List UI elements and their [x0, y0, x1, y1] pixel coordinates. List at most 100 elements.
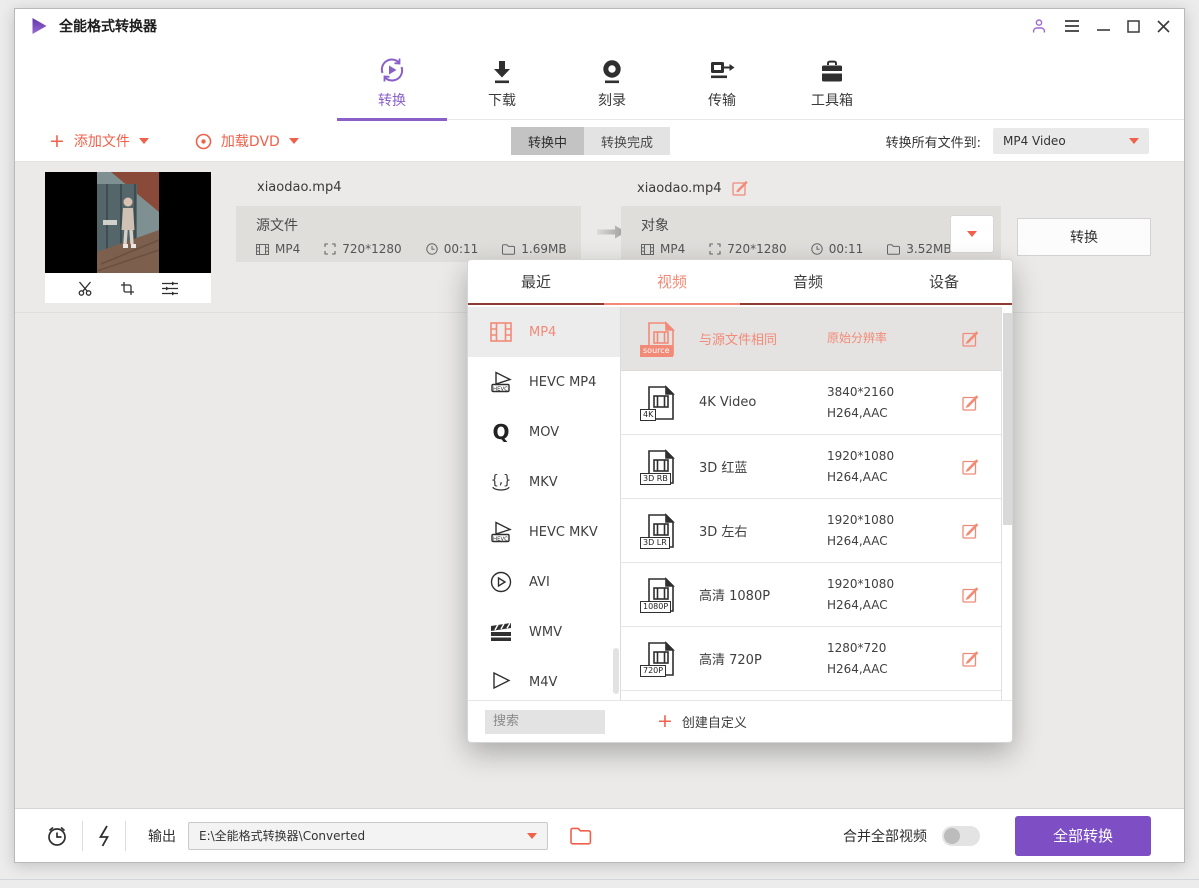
- preset-row-hd720p[interactable]: 720P 高清 720P 1280*720H264,AAC: [621, 627, 1001, 691]
- convert-button[interactable]: 转换: [1017, 218, 1151, 256]
- preset-codec: H264,AAC: [827, 403, 955, 423]
- source-format: MP4: [275, 242, 300, 256]
- mkv-icon: {,}: [488, 471, 514, 493]
- edit-preset-icon[interactable]: [962, 458, 979, 475]
- format-picker-body: MP4 HEVC HEVC MP4 Q MOV {,} MKV HEVC HEV…: [468, 307, 1012, 700]
- video-file-icon: 3D RB: [643, 449, 679, 485]
- tab-video[interactable]: 视频: [604, 260, 740, 303]
- output-path-select[interactable]: E:\全能格式转换器\Converted: [188, 822, 548, 850]
- toolbox-icon: [819, 53, 845, 85]
- preset-scrollbar-track[interactable]: [1001, 307, 1012, 700]
- format-item-avi[interactable]: AVI: [468, 557, 620, 607]
- nav-tab-burn[interactable]: 刻录: [557, 53, 667, 110]
- titlebar: 全能格式转换器: [15, 9, 1184, 43]
- preset-scrollbar-thumb[interactable]: [1003, 313, 1012, 525]
- create-custom-button[interactable]: + 创建自定义: [657, 712, 747, 731]
- preset-name: 高清 1080P: [699, 585, 827, 604]
- chevron-down-icon: [289, 138, 299, 144]
- preset-resolution: 原始分辨率: [827, 328, 955, 348]
- target-file-name-row: xiaodao.mp4: [637, 180, 748, 196]
- edit-preset-icon[interactable]: [962, 650, 979, 667]
- nav-tab-toolbox[interactable]: 工具箱: [777, 53, 887, 110]
- rename-edit-icon[interactable]: [732, 180, 748, 196]
- merge-videos-label: 合并全部视频: [843, 826, 927, 846]
- play-circle-icon: [488, 571, 514, 593]
- format-item-hevc-mkv[interactable]: HEVC HEVC MKV: [468, 507, 620, 557]
- preset-codec: H264,AAC: [827, 595, 955, 615]
- close-button[interactable]: [1157, 20, 1170, 33]
- edit-preset-icon[interactable]: [962, 330, 979, 347]
- toggle-knob: [944, 828, 960, 844]
- format-list-scrollbar[interactable]: [613, 648, 619, 694]
- create-custom-label: 创建自定义: [682, 712, 747, 731]
- tab-recent[interactable]: 最近: [468, 260, 604, 303]
- preset-name: 4K Video: [699, 395, 827, 410]
- output-format-select[interactable]: MP4 Video: [993, 128, 1149, 154]
- format-label: WMV: [529, 625, 562, 640]
- open-output-folder-icon[interactable]: [570, 827, 592, 845]
- target-format-dropdown-button[interactable]: [950, 215, 994, 253]
- add-files-button[interactable]: + 添加文件: [49, 131, 149, 151]
- preset-row-same-as-source[interactable]: source 与源文件相同 原始分辨率: [621, 307, 1001, 371]
- maximize-button[interactable]: [1127, 20, 1140, 33]
- preset-row-3d-redblue[interactable]: 3D RB 3D 红蓝 1920*1080H264,AAC: [621, 435, 1001, 499]
- target-format: MP4: [660, 242, 685, 256]
- trim-scissors-icon[interactable]: [78, 281, 94, 296]
- edit-preset-icon[interactable]: [962, 394, 979, 411]
- tab-finished[interactable]: 转换完成: [584, 127, 670, 155]
- format-item-wmv[interactable]: WMV: [468, 607, 620, 657]
- format-item-hevc-mp4[interactable]: HEVC HEVC MP4: [468, 357, 620, 407]
- hevc-icon: HEVC: [488, 370, 514, 394]
- preset-list: source 与源文件相同 原始分辨率 4K 4K Video 3840*216…: [621, 307, 1001, 691]
- film-icon: [256, 244, 269, 255]
- nav-tab-transfer[interactable]: 传输: [667, 53, 777, 110]
- tab-device[interactable]: 设备: [876, 260, 1012, 303]
- tab-audio[interactable]: 音频: [740, 260, 876, 303]
- nav-tab-convert[interactable]: 转换: [337, 53, 447, 110]
- output-label: 输出: [148, 826, 176, 846]
- preset-row-4k[interactable]: 4K 4K Video 3840*2160H264,AAC: [621, 371, 1001, 435]
- search-input[interactable]: [485, 710, 605, 734]
- preset-row-3d-leftright[interactable]: 3D LR 3D 左右 1920*1080H264,AAC: [621, 499, 1001, 563]
- menu-icon[interactable]: [1064, 19, 1080, 33]
- clock-icon: [811, 243, 823, 255]
- chevron-down-icon: [967, 231, 977, 237]
- convert-all-button[interactable]: 全部转换: [1015, 816, 1151, 856]
- hevc-icon: HEVC: [488, 520, 514, 544]
- chevron-down-icon: [1129, 138, 1139, 144]
- load-dvd-button[interactable]: 加载DVD: [195, 131, 299, 151]
- tab-converting[interactable]: 转换中: [511, 127, 584, 155]
- format-label: HEVC MKV: [529, 525, 598, 540]
- format-label: HEVC MP4: [529, 375, 596, 390]
- effects-sliders-icon[interactable]: [161, 281, 179, 296]
- crop-icon[interactable]: [120, 281, 135, 296]
- burn-disc-icon: [599, 53, 625, 85]
- minimize-button[interactable]: [1097, 19, 1110, 33]
- source-size: 1.69MB: [521, 242, 566, 256]
- source-file-name: xiaodao.mp4: [257, 180, 342, 195]
- format-item-mkv[interactable]: {,} MKV: [468, 457, 620, 507]
- source-resolution: 720*1280: [342, 242, 401, 256]
- format-item-mov[interactable]: Q MOV: [468, 407, 620, 457]
- edit-preset-icon[interactable]: [962, 522, 979, 539]
- add-files-label: 添加文件: [74, 131, 130, 151]
- high-speed-icon[interactable]: [83, 824, 125, 848]
- chevron-down-icon: [527, 833, 537, 839]
- merge-videos-toggle[interactable]: [942, 826, 980, 846]
- target-file-name: xiaodao.mp4: [637, 181, 722, 196]
- source-duration: 00:11: [444, 242, 479, 256]
- nav-tab-download[interactable]: 下载: [447, 53, 557, 110]
- video-file-icon: 3D LR: [643, 513, 679, 549]
- preset-row-hd1080p[interactable]: 1080P 高清 1080P 1920*1080H264,AAC: [621, 563, 1001, 627]
- preset-codec: H264,AAC: [827, 531, 955, 551]
- format-label: MKV: [529, 475, 558, 490]
- format-item-mp4[interactable]: MP4: [468, 307, 620, 357]
- preset-resolution: 1920*1080: [827, 446, 955, 466]
- bottom-bar: 输出 E:\全能格式转换器\Converted 合并全部视频 全部转换: [15, 808, 1184, 862]
- chevron-down-icon: [139, 138, 149, 144]
- account-icon[interactable]: [1031, 18, 1047, 34]
- format-item-m4v[interactable]: M4V: [468, 657, 620, 700]
- schedule-clock-icon[interactable]: [45, 824, 82, 848]
- preset-name: 高清 720P: [699, 649, 827, 668]
- edit-preset-icon[interactable]: [962, 586, 979, 603]
